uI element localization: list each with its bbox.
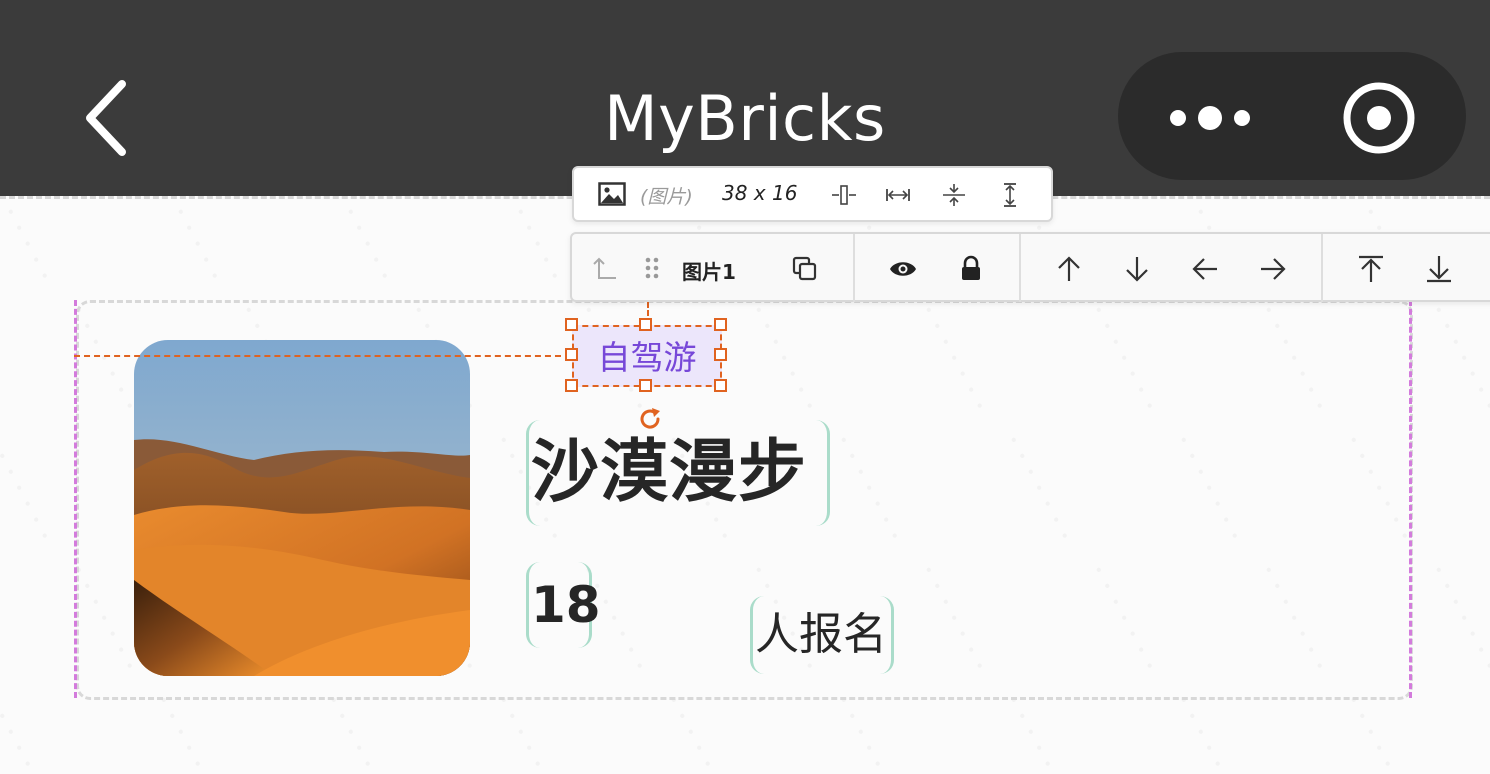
arrow-right-icon[interactable] (1258, 254, 1288, 284)
resize-handle-w[interactable] (565, 348, 578, 361)
card-selection-edge-right (1409, 300, 1413, 698)
category-tag[interactable]: 自驾游 (572, 325, 722, 387)
eye-icon[interactable] (888, 254, 918, 284)
select-parent-icon[interactable] (590, 254, 620, 284)
alignment-guide-horizontal (74, 355, 571, 357)
watermark-mark: • • • • • • • (1173, 692, 1244, 774)
watermark-mark: • • • • • • • (1003, 692, 1074, 774)
watermark-mark: • • • • • • • (663, 692, 734, 774)
watermark-mark: • • • • • • • (1428, 562, 1490, 674)
resize-handle-e[interactable] (714, 348, 727, 361)
watermark-mark: • • • • • • • (493, 199, 564, 284)
toolbar-divider (1019, 234, 1021, 302)
arrow-left-icon[interactable] (1190, 254, 1220, 284)
activity-title[interactable]: 沙漠漫步 (526, 420, 830, 526)
element-action-bar: 图片1 (570, 232, 1490, 302)
arrow-down-icon[interactable] (1122, 254, 1152, 284)
bring-to-front-icon[interactable] (1356, 254, 1386, 284)
watermark-mark: • • • • • • • (833, 692, 904, 774)
resize-handle-s[interactable] (639, 379, 652, 392)
fit-width-icon[interactable] (830, 181, 858, 209)
resize-handle-nw[interactable] (565, 318, 578, 331)
target-circle-icon (1343, 82, 1415, 154)
fit-height-icon[interactable] (940, 181, 968, 209)
toolbar-divider (1321, 234, 1323, 302)
resize-handle-se[interactable] (714, 379, 727, 392)
fill-width-icon[interactable] (884, 181, 912, 209)
layer-name: 图片1 (682, 260, 736, 284)
close-miniapp-button[interactable] (1336, 80, 1422, 156)
copy-icon[interactable] (790, 254, 820, 284)
watermark-mark: • • • • • • • (0, 199, 54, 284)
image-icon (598, 182, 626, 206)
watermark-mark: • • • • • • • (1428, 302, 1490, 414)
resize-handle-n[interactable] (639, 318, 652, 331)
watermark-mark: • • • • • • • (153, 199, 224, 284)
card-selection-edge-left (74, 300, 78, 698)
toolbar-divider (853, 234, 855, 302)
signup-count[interactable]: 18 (526, 562, 601, 648)
watermark-mark: • • • • • • • (323, 692, 394, 774)
more-button[interactable] (1160, 90, 1260, 146)
element-size-label: 38 x 16 (722, 181, 798, 205)
watermark-mark: • • • • • • • (1343, 692, 1414, 774)
activity-photo[interactable] (134, 340, 470, 676)
watermark-mark: • • • • • • • (493, 692, 564, 774)
resize-handle-sw[interactable] (565, 379, 578, 392)
lock-icon[interactable] (956, 254, 986, 284)
desert-dunes-image (134, 340, 470, 676)
watermark-mark: • • • • • • • (323, 199, 394, 284)
element-type-label: (图片) (640, 186, 693, 208)
resize-handle-ne[interactable] (714, 318, 727, 331)
arrow-up-icon[interactable] (1054, 254, 1084, 284)
drag-handle-icon[interactable] (638, 254, 668, 284)
more-dots-icon (1170, 106, 1250, 130)
signup-label[interactable]: 人报名 (750, 596, 894, 674)
watermark-mark: • • • • • • • (153, 692, 224, 774)
send-to-back-icon[interactable] (1424, 254, 1454, 284)
watermark-mark: • • • • • • • (0, 432, 54, 544)
fill-height-icon[interactable] (996, 181, 1024, 209)
watermark-mark: • • • • • • • (0, 692, 54, 774)
element-info-bar: (图片) 38 x 16 (572, 166, 1053, 222)
